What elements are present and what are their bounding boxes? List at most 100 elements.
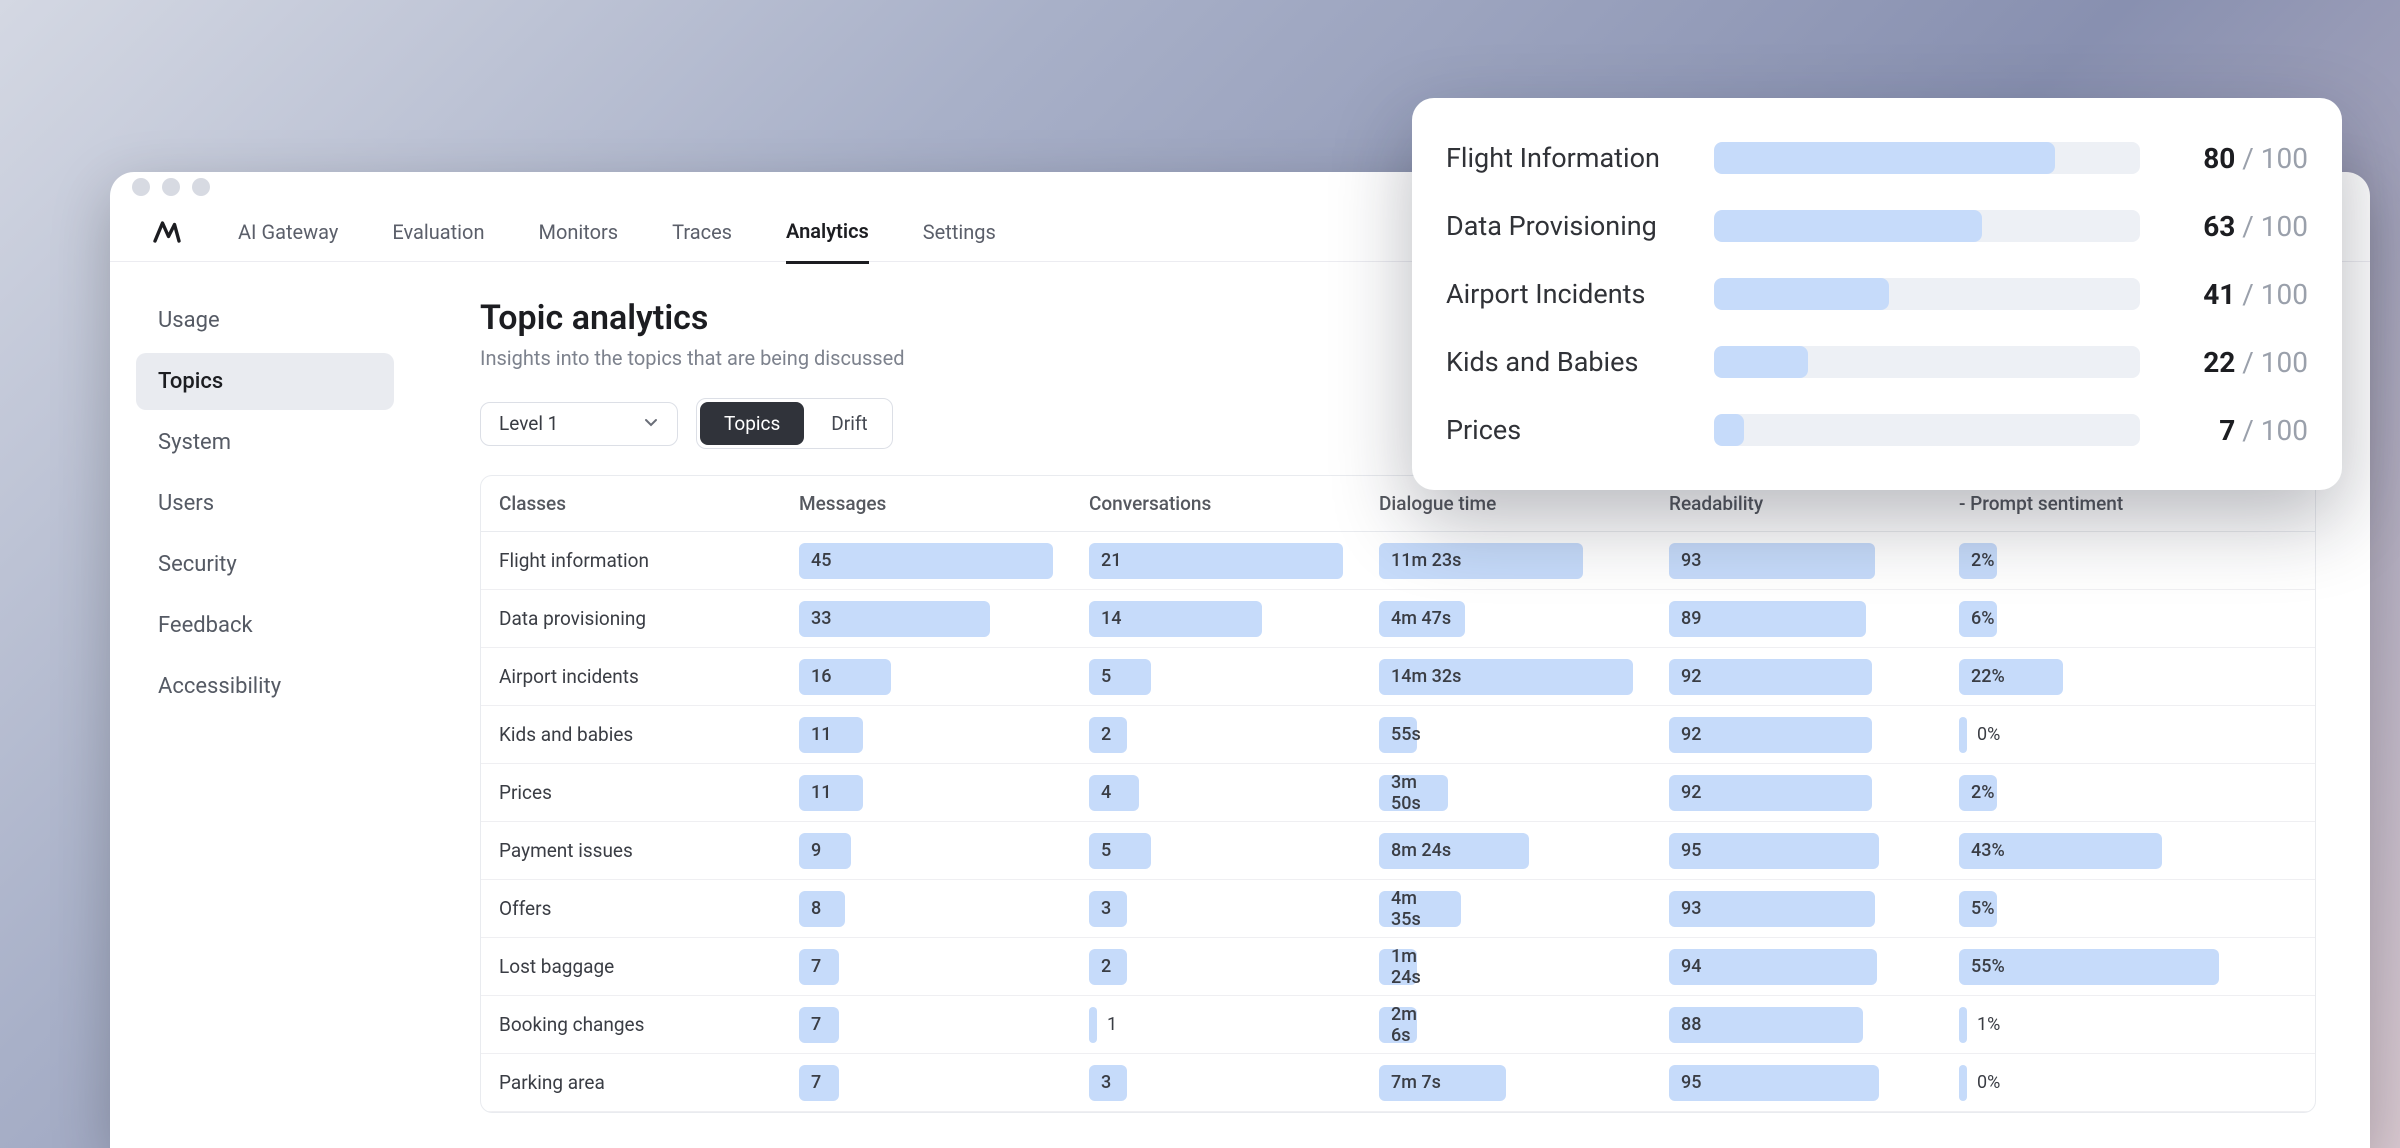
metric-cell: 5% bbox=[1941, 891, 2315, 927]
topics-table: ClassesMessagesConversationsDialogue tim… bbox=[480, 475, 2316, 1113]
metric-cell: 3 bbox=[1071, 1065, 1361, 1101]
metric-cell: 2m 6s bbox=[1361, 1007, 1651, 1043]
sidebar-item-accessibility[interactable]: Accessibility bbox=[136, 658, 394, 715]
sidebar-item-usage[interactable]: Usage bbox=[136, 292, 394, 349]
logo-icon bbox=[150, 215, 184, 249]
table-row[interactable]: Data provisioning33144m 47s896% bbox=[481, 590, 2315, 648]
metric-cell: 55% bbox=[1941, 949, 2315, 985]
overlay-row: Flight Information 80 / 100 bbox=[1446, 124, 2308, 192]
metric-cell: 6% bbox=[1941, 601, 2315, 637]
column-header[interactable]: Readability bbox=[1651, 492, 1941, 515]
overlay-bar bbox=[1714, 278, 2140, 310]
metric-cell: 1% bbox=[1941, 1007, 2315, 1043]
metric-cell: 95 bbox=[1651, 833, 1941, 869]
sidebar-item-users[interactable]: Users bbox=[136, 475, 394, 532]
metric-cell: 4m 35s bbox=[1361, 891, 1651, 927]
metric-cell: 9 bbox=[781, 833, 1071, 869]
overlay-label: Flight Information bbox=[1446, 142, 1696, 174]
class-name: Data provisioning bbox=[481, 607, 781, 630]
class-name: Offers bbox=[481, 897, 781, 920]
metric-cell: 21 bbox=[1071, 543, 1361, 579]
metric-cell: 11m 23s bbox=[1361, 543, 1651, 579]
sidebar-item-security[interactable]: Security bbox=[136, 536, 394, 593]
class-name: Booking changes bbox=[481, 1013, 781, 1036]
segmented-drift[interactable]: Drift bbox=[807, 399, 891, 448]
metric-cell: 93 bbox=[1651, 891, 1941, 927]
chevron-down-icon bbox=[643, 412, 659, 435]
overlay-bar bbox=[1714, 142, 2140, 174]
metric-cell: 4m 47s bbox=[1361, 601, 1651, 637]
overlay-scores-card: Flight Information 80 / 100 Data Provision… bbox=[1412, 98, 2342, 490]
nav-item-settings[interactable]: Settings bbox=[923, 202, 996, 262]
window-max-dot[interactable] bbox=[192, 178, 210, 196]
metric-cell: 8 bbox=[781, 891, 1071, 927]
table-row[interactable]: Airport incidents16514m 32s9222% bbox=[481, 648, 2315, 706]
metric-cell: 7 bbox=[781, 949, 1071, 985]
metric-cell: 2 bbox=[1071, 949, 1361, 985]
metric-cell: 3m 50s bbox=[1361, 775, 1651, 811]
level-dropdown[interactable]: Level 1 bbox=[480, 402, 678, 446]
column-header[interactable]: Conversations bbox=[1071, 492, 1361, 515]
metric-cell: 45 bbox=[781, 543, 1071, 579]
table-row[interactable]: Booking changes712m 6s881% bbox=[481, 996, 2315, 1054]
column-header[interactable]: - Prompt sentiment bbox=[1941, 492, 2315, 515]
class-name: Payment issues bbox=[481, 839, 781, 862]
segmented-topics[interactable]: Topics bbox=[700, 402, 804, 445]
metric-cell: 7m 7s bbox=[1361, 1065, 1651, 1101]
column-header[interactable]: Messages bbox=[781, 492, 1071, 515]
nav-item-traces[interactable]: Traces bbox=[672, 202, 732, 262]
metric-cell: 8m 24s bbox=[1361, 833, 1651, 869]
metric-cell: 55s bbox=[1361, 717, 1651, 753]
metric-cell: 1 bbox=[1071, 1007, 1361, 1043]
metric-cell: 92 bbox=[1651, 775, 1941, 811]
metric-cell: 16 bbox=[781, 659, 1071, 695]
table-row[interactable]: Parking area737m 7s950% bbox=[481, 1054, 2315, 1112]
nav-item-monitors[interactable]: Monitors bbox=[539, 202, 619, 262]
overlay-bar bbox=[1714, 210, 2140, 242]
sidebar-item-topics[interactable]: Topics bbox=[136, 353, 394, 410]
sidebar-item-system[interactable]: System bbox=[136, 414, 394, 471]
nav-item-ai-gateway[interactable]: AI Gateway bbox=[238, 202, 338, 262]
table-row[interactable]: Offers834m 35s935% bbox=[481, 880, 2315, 938]
class-name: Kids and babies bbox=[481, 723, 781, 746]
metric-cell: 0% bbox=[1941, 717, 2315, 753]
overlay-label: Kids and Babies bbox=[1446, 346, 1696, 378]
overlay-label: Airport Incidents bbox=[1446, 278, 1696, 310]
overlay-value: 80 / 100 bbox=[2158, 142, 2308, 175]
class-name: Flight information bbox=[481, 549, 781, 572]
metric-cell: 89 bbox=[1651, 601, 1941, 637]
table-row[interactable]: Flight information452111m 23s932% bbox=[481, 532, 2315, 590]
overlay-value: 63 / 100 bbox=[2158, 210, 2308, 243]
table-row[interactable]: Prices1143m 50s922% bbox=[481, 764, 2315, 822]
overlay-row: Data Provisioning63 / 100 bbox=[1446, 192, 2308, 260]
class-name: Airport incidents bbox=[481, 665, 781, 688]
metric-cell: 2 bbox=[1071, 717, 1361, 753]
nav-item-analytics[interactable]: Analytics bbox=[786, 201, 869, 264]
class-name: Lost baggage bbox=[481, 955, 781, 978]
metric-cell: 94 bbox=[1651, 949, 1941, 985]
metric-cell: 5 bbox=[1071, 659, 1361, 695]
overlay-value: 41 / 100 bbox=[2158, 278, 2308, 311]
metric-cell: 0% bbox=[1941, 1065, 2315, 1101]
sidebar-item-feedback[interactable]: Feedback bbox=[136, 597, 394, 654]
metric-cell: 1m 24s bbox=[1361, 949, 1651, 985]
table-row[interactable]: Payment issues958m 24s9543% bbox=[481, 822, 2315, 880]
overlay-bar bbox=[1714, 346, 2140, 378]
nav-item-evaluation[interactable]: Evaluation bbox=[392, 202, 484, 262]
overlay-value: 22 / 100 bbox=[2158, 346, 2308, 379]
metric-cell: 43% bbox=[1941, 833, 2315, 869]
class-name: Parking area bbox=[481, 1071, 781, 1094]
level-dropdown-label: Level 1 bbox=[499, 412, 558, 435]
segmented-control: Topics Drift bbox=[696, 398, 893, 449]
window-min-dot[interactable] bbox=[162, 178, 180, 196]
column-header[interactable]: Dialogue time bbox=[1361, 492, 1651, 515]
table-row[interactable]: Lost baggage721m 24s9455% bbox=[481, 938, 2315, 996]
overlay-bar bbox=[1714, 414, 2140, 446]
column-header[interactable]: Classes bbox=[481, 492, 781, 515]
metric-cell: 2% bbox=[1941, 543, 2315, 579]
metric-cell: 33 bbox=[781, 601, 1071, 637]
metric-cell: 93 bbox=[1651, 543, 1941, 579]
window-close-dot[interactable] bbox=[132, 178, 150, 196]
overlay-row: Prices7 / 100 bbox=[1446, 396, 2308, 464]
table-row[interactable]: Kids and babies11255s920% bbox=[481, 706, 2315, 764]
